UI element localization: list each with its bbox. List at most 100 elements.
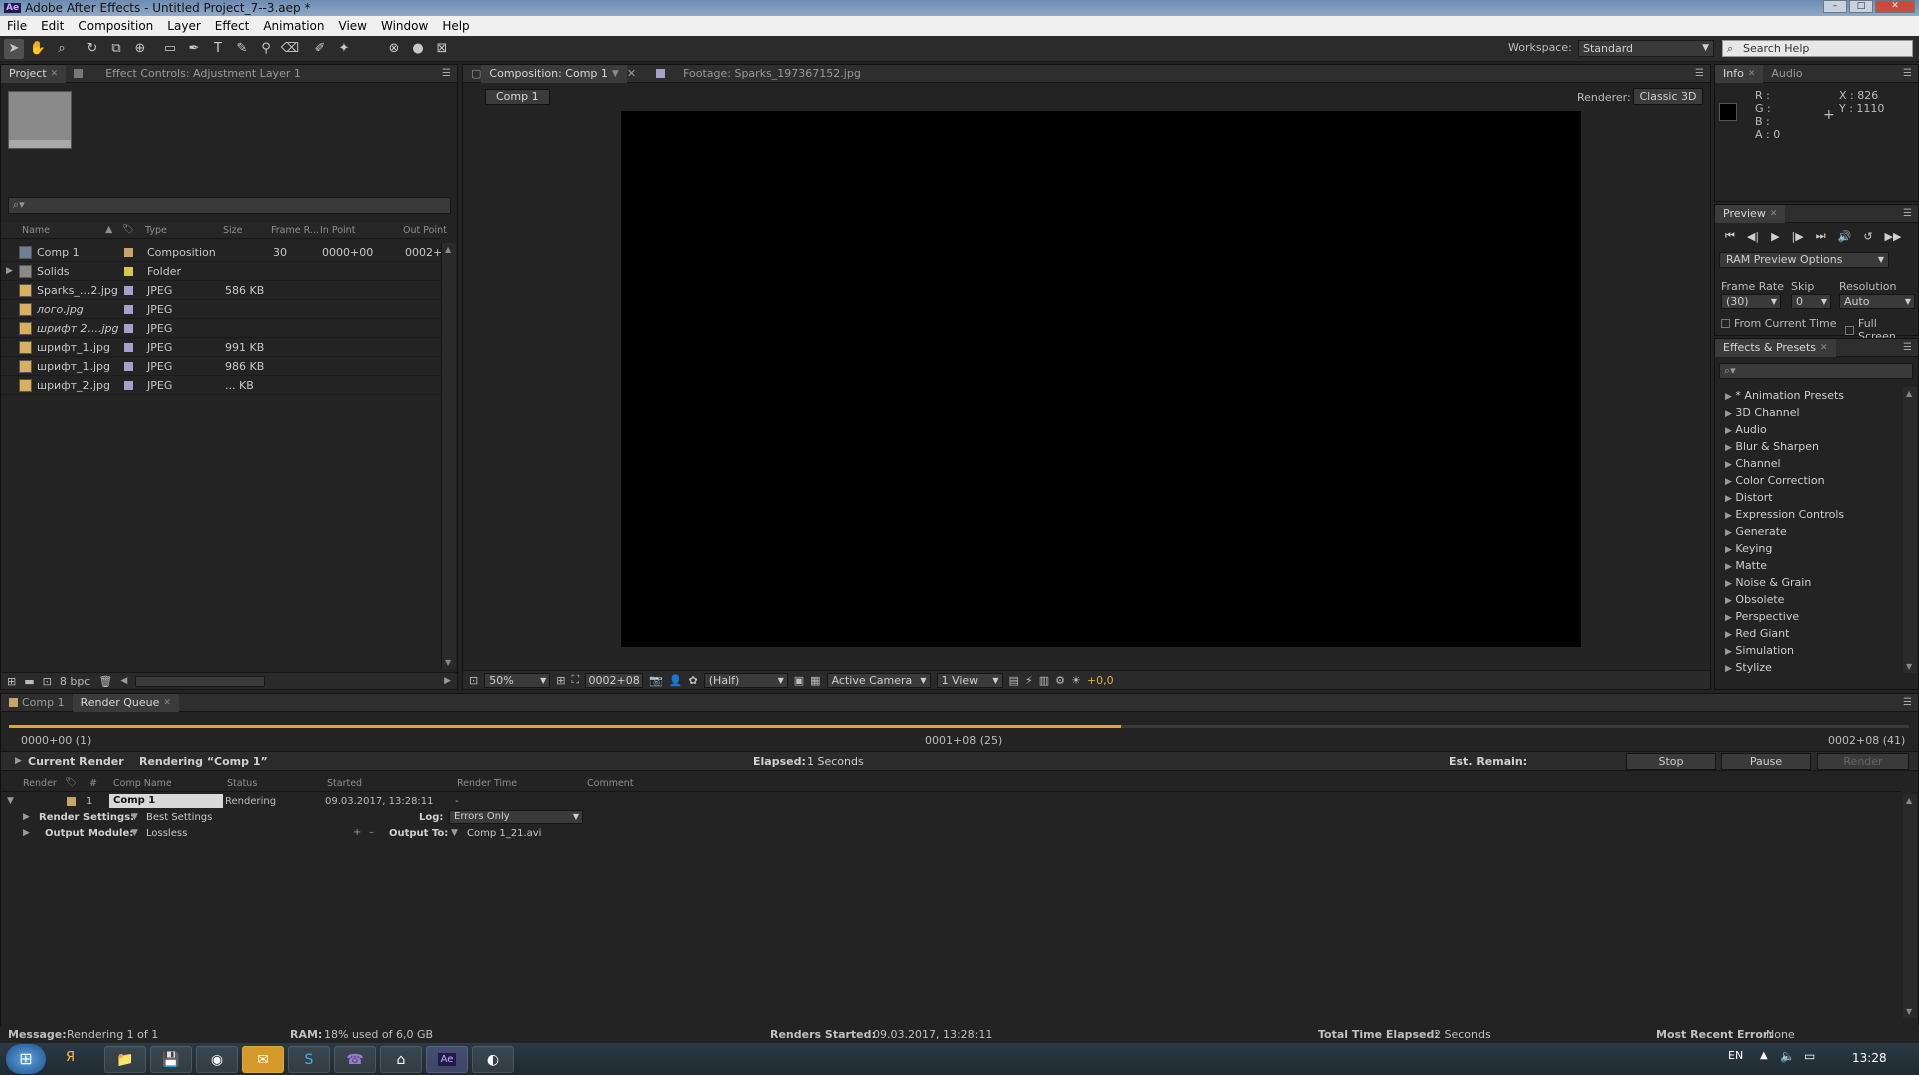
new-folder-icon[interactable]: ▬ (24, 675, 34, 688)
effects-category-item[interactable]: ▶ Noise & Grain (1725, 576, 1811, 589)
view-axis-icon[interactable]: ⊠ (432, 39, 452, 59)
tab-composition[interactable]: Composition: Comp 1 ▼ (481, 64, 627, 83)
camera-tool-icon[interactable]: ⧉ (106, 39, 126, 59)
project-scrollbar[interactable]: ▲ ▼ (441, 243, 456, 669)
toggle-pixel-aspect-icon[interactable]: ▤ (1009, 674, 1019, 687)
selection-tool-icon[interactable]: ➤ (4, 38, 24, 59)
remove-output-module-icon[interactable]: – (369, 827, 374, 838)
mail-app-icon[interactable]: ✉ (242, 1046, 284, 1073)
explorer-icon[interactable]: 📁 (104, 1046, 146, 1073)
tab-effect-controls[interactable]: Effect Controls: Adjustment Layer 1 (66, 65, 309, 83)
expand-category-icon[interactable]: ▶ (1725, 494, 1732, 504)
render-settings-value[interactable]: Best Settings (146, 812, 212, 823)
interpret-footage-icon[interactable]: ⊞ (7, 675, 16, 688)
always-preview-icon[interactable]: ⊡ (469, 674, 478, 687)
tab-preview[interactable]: Preview ✕ (1715, 204, 1786, 223)
menu-effect[interactable]: Effect (208, 16, 257, 36)
pen-tool-icon[interactable]: ✒ (184, 39, 204, 59)
hand-tool-icon[interactable]: ✋ (28, 39, 48, 59)
expand-category-icon[interactable]: ▶ (1725, 443, 1732, 453)
effects-category-item[interactable]: ▶ Channel (1725, 457, 1781, 470)
zoom-select[interactable]: 50% ▼ (484, 672, 551, 688)
play-icon[interactable]: ▶ (1771, 230, 1779, 243)
chevron-down-icon[interactable]: ▼ (131, 812, 138, 822)
label-color-icon[interactable] (124, 267, 133, 276)
from-current-time-checkbox[interactable]: From Current Time (1721, 317, 1836, 330)
chevron-down-icon[interactable]: ▼ (451, 828, 458, 838)
panel-menu-icon[interactable]: ☰ (1695, 68, 1704, 79)
output-to-value[interactable]: Comp 1_21.avi (467, 828, 541, 839)
bpc-button[interactable]: 8 bpc (60, 675, 91, 688)
pan-behind-tool-icon[interactable]: ⊕ (130, 39, 150, 59)
expand-category-icon[interactable]: ▶ (1725, 562, 1732, 572)
loop-icon[interactable]: ↺ (1863, 230, 1872, 243)
scroll-down-icon[interactable]: ▼ (1906, 1007, 1912, 1016)
close-tab-icon[interactable]: ✕ (627, 67, 636, 80)
skype-icon[interactable]: S (288, 1046, 330, 1073)
scroll-down-icon[interactable]: ▼ (1906, 662, 1912, 671)
transparency-grid-icon[interactable]: ▦ (810, 674, 820, 687)
effects-category-item[interactable]: ▶ Red Giant (1725, 627, 1789, 640)
fast-previews-icon[interactable]: ⚡ (1025, 674, 1033, 687)
effects-category-item[interactable]: ▶ Audio (1725, 423, 1767, 436)
effects-scrollbar[interactable]: ▲ ▼ (1903, 387, 1917, 673)
label-column-icon[interactable]: 🏷 (122, 224, 134, 235)
scroll-up-icon[interactable]: ▲ (1906, 389, 1912, 398)
column-out-point[interactable]: Out Point (403, 225, 447, 236)
effects-category-item[interactable]: ▶ Distort (1725, 491, 1773, 504)
start-button-icon[interactable]: ⊞ (6, 1044, 46, 1074)
resolution-select[interactable]: Auto ▼ (1839, 294, 1915, 309)
renderer-button[interactable]: Classic 3D (1633, 88, 1703, 105)
expand-current-render-icon[interactable]: ▶ (15, 756, 22, 766)
expand-category-icon[interactable]: ▶ (1725, 426, 1732, 436)
collapse-item-icon[interactable]: ▼ (7, 796, 14, 806)
close-tab-icon[interactable]: ✕ (1820, 339, 1828, 357)
column-frame-rate[interactable]: Frame R... (271, 225, 319, 236)
ram-preview-options-select[interactable]: RAM Preview Options ▼ (1719, 252, 1889, 268)
composition-viewer[interactable] (621, 111, 1581, 647)
chrome-icon[interactable]: ◉ (196, 1046, 238, 1073)
column-comment[interactable]: Comment (587, 778, 634, 789)
scroll-right-icon[interactable]: ▶ (444, 676, 451, 686)
effects-category-item[interactable]: ▶ Perspective (1725, 610, 1799, 623)
panel-menu-icon[interactable]: ☰ (1903, 697, 1912, 708)
render-item-row[interactable]: ▼ 1 Comp 1 Rendering 09.03.2017, 13:28:1… (1, 794, 1901, 809)
log-select[interactable]: Errors Only ▼ (449, 810, 583, 824)
chevron-down-icon[interactable]: ▼ (131, 828, 138, 838)
column-size[interactable]: Size (223, 225, 243, 236)
expand-category-icon[interactable]: ▶ (1725, 647, 1732, 657)
minimize-button[interactable]: – (1823, 0, 1847, 13)
effects-category-item[interactable]: ▶ Blur & Sharpen (1725, 440, 1819, 453)
render-button[interactable]: Render (1817, 753, 1909, 770)
menu-file[interactable]: File (0, 16, 34, 36)
camera-select[interactable]: Active Camera ▼ (826, 672, 931, 688)
effects-category-item[interactable]: ▶ Stylize (1725, 661, 1772, 674)
render-item-comp-name[interactable]: Comp 1 (109, 794, 223, 808)
tab-audio[interactable]: Audio (1763, 65, 1810, 83)
project-item-row[interactable]: Sparks_...2.jpg JPEG 586 KB (1, 281, 441, 300)
type-tool-icon[interactable]: T (208, 39, 228, 59)
current-time-field[interactable]: 0002+08 (585, 672, 644, 688)
puppet-tool-icon[interactable]: ✦ (334, 39, 354, 59)
render-queue-scrollbar[interactable]: ▲ ▼ (1903, 794, 1917, 1018)
expand-category-icon[interactable]: ▶ (1725, 596, 1732, 606)
eraser-tool-icon[interactable]: ⌫ (280, 39, 300, 59)
scroll-down-icon[interactable]: ▼ (445, 658, 451, 667)
zoom-tool-icon[interactable]: ⌕ (52, 39, 72, 59)
expand-output-module-icon[interactable]: ▶ (23, 828, 30, 838)
menu-composition[interactable]: Composition (71, 16, 160, 36)
tray-expand-icon[interactable]: ▲ (1760, 1050, 1768, 1061)
comp-navigator-button[interactable]: Comp 1 (485, 89, 550, 105)
tab-project[interactable]: Project ✕ (1, 64, 67, 83)
chevron-down-icon[interactable]: ▼ (612, 65, 619, 83)
show-snapshot-icon[interactable]: 👤 (669, 674, 683, 687)
new-composition-icon[interactable]: ⊡ (43, 675, 52, 688)
previous-frame-icon[interactable]: ◀| (1747, 230, 1759, 243)
language-indicator[interactable]: EN (1728, 1049, 1743, 1062)
scroll-left-icon[interactable]: ◀ (120, 676, 127, 686)
scroll-up-icon[interactable]: ▲ (1906, 796, 1912, 805)
world-axis-icon[interactable]: ● (408, 39, 428, 59)
ram-preview-icon[interactable]: ▶▶ (1885, 230, 1902, 243)
column-name[interactable]: Name (22, 225, 50, 236)
expand-render-settings-icon[interactable]: ▶ (23, 812, 30, 822)
